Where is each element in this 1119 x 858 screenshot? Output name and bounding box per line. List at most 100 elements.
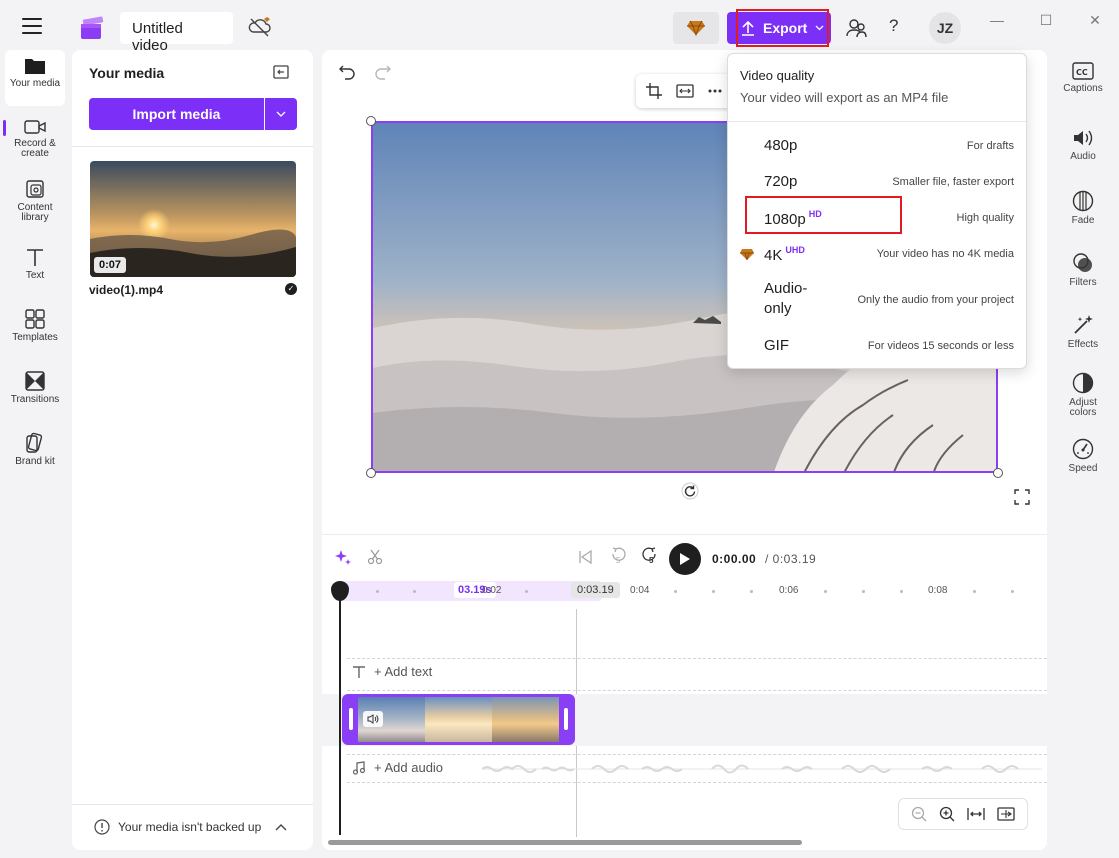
timeline-scrollbar[interactable] — [328, 840, 802, 845]
time-ruler[interactable]: 03.19s 0:02 0:03.19 0:04 0:06 0:08 — [340, 581, 1040, 601]
clip-frame — [492, 697, 559, 742]
rail-item-content-library[interactable]: Content library — [5, 174, 65, 230]
rail-item-captions[interactable]: CC Captions — [1052, 62, 1114, 94]
backup-notice[interactable]: Your media isn't backed up — [94, 819, 287, 835]
option-description: High quality — [956, 212, 1014, 224]
rail-label: Audio — [1070, 151, 1096, 162]
project-title[interactable]: Untitled video — [120, 12, 233, 54]
media-file-name: video(1).mp4 — [89, 283, 164, 297]
end-time-badge: 0:03.19 — [571, 582, 620, 598]
menu-icon[interactable] — [22, 18, 42, 34]
ruler-dot — [525, 590, 528, 593]
preview-toolbar — [636, 74, 736, 108]
quality-option-480p[interactable]: 480p For drafts — [728, 128, 1026, 164]
uhd-badge: UHD — [785, 245, 805, 255]
rewind-seconds: 5 — [616, 556, 621, 565]
fit-width-icon[interactable] — [967, 807, 985, 821]
import-options-dropdown[interactable] — [265, 98, 297, 130]
minimize-icon[interactable]: — — [987, 12, 1007, 32]
rail-item-your-media[interactable]: Your media — [5, 50, 65, 106]
rail-item-audio[interactable]: Audio — [1052, 128, 1114, 162]
media-panel-title: Your media — [89, 65, 165, 81]
clip-frames — [358, 697, 559, 742]
rail-item-templates[interactable]: Templates — [5, 302, 65, 358]
option-description: For drafts — [966, 140, 1014, 152]
camera-icon — [24, 120, 46, 134]
premium-button[interactable] — [673, 12, 719, 44]
hd-badge: HD — [808, 209, 822, 219]
video-clip[interactable] — [342, 694, 575, 745]
clip-frame — [425, 697, 492, 742]
ruler-tick-label: 0:06 — [779, 585, 799, 596]
fullscreen-icon[interactable] — [1014, 489, 1030, 505]
clip-trim-handle-left[interactable] — [349, 708, 353, 730]
zoom-out-icon[interactable] — [911, 806, 927, 822]
option-description: Only the audio from your project — [857, 294, 1014, 306]
fit-icon[interactable] — [676, 84, 694, 98]
zoom-controls — [898, 798, 1028, 830]
chevron-down-icon — [815, 25, 824, 31]
quality-option-gif[interactable]: GIF For videos 15 seconds or less — [728, 328, 1026, 364]
rail-item-text[interactable]: Text — [5, 240, 65, 296]
undo-icon[interactable] — [339, 64, 355, 80]
resize-handle[interactable] — [993, 468, 1003, 478]
quality-option-720p[interactable]: 720p Smaller file, faster export — [728, 164, 1026, 200]
adjust-colors-icon — [1072, 372, 1094, 394]
rewind-5-button[interactable]: 5 — [610, 547, 630, 569]
split-scissors-icon[interactable] — [367, 549, 383, 565]
info-icon — [94, 819, 110, 835]
track-divider — [347, 754, 1047, 755]
share-people-icon[interactable] — [845, 16, 869, 40]
resize-handle[interactable] — [366, 116, 376, 126]
forward-5-button[interactable]: 5 — [640, 547, 660, 569]
help-icon[interactable]: ? — [889, 16, 907, 40]
clip-trim-handle-right[interactable] — [564, 708, 568, 730]
add-audio-track[interactable]: + Add audio — [352, 760, 443, 775]
magic-sparkle-icon[interactable] — [335, 549, 351, 565]
menu-subtitle: Your video will export as an MP4 file — [740, 90, 949, 105]
rail-item-record-create[interactable]: Record & create — [5, 112, 65, 168]
library-icon — [26, 180, 44, 198]
rail-item-filters[interactable]: Filters — [1052, 252, 1114, 288]
quality-option-4k[interactable]: 4K UHD Your video has no 4K media — [728, 236, 1026, 272]
rail-item-transitions[interactable]: Transitions — [5, 364, 65, 420]
import-media-button[interactable]: Import media — [89, 98, 264, 130]
option-description: Your video has no 4K media — [876, 248, 1014, 260]
redo-icon[interactable] — [375, 64, 391, 80]
collapse-panel-icon[interactable] — [273, 65, 289, 79]
rail-item-adjust-colors[interactable]: Adjust colors — [1052, 372, 1114, 418]
media-duration: 0:07 — [94, 257, 127, 273]
chevron-up-icon — [275, 824, 287, 831]
rail-item-effects[interactable]: Effects — [1052, 314, 1114, 350]
export-button[interactable]: Export — [727, 12, 831, 44]
rail-item-brand-kit[interactable]: Brand kit — [5, 426, 65, 482]
ruler-tick-label: 0:08 — [928, 585, 948, 596]
cloud-off-icon[interactable] — [247, 15, 273, 39]
rail-item-fade[interactable]: Fade — [1052, 190, 1114, 226]
quality-option-audio-only[interactable]: Audio-only Only the audio from your proj… — [728, 276, 1026, 322]
zoom-in-icon[interactable] — [939, 806, 955, 822]
avatar[interactable]: JZ — [929, 12, 961, 44]
option-label: 4K UHD — [764, 245, 805, 264]
total-time: / 0:03.19 — [765, 552, 817, 566]
media-thumbnail[interactable]: 0:07 — [90, 161, 296, 277]
expand-timeline-icon[interactable] — [997, 807, 1015, 821]
skip-to-start-icon[interactable] — [577, 549, 593, 565]
rail-label: Templates — [12, 332, 58, 343]
audio-icon — [1074, 130, 1093, 146]
rail-label: Captions — [1063, 83, 1103, 94]
add-text-track[interactable]: + Add text — [352, 664, 432, 679]
play-button[interactable] — [669, 543, 701, 575]
resize-handle[interactable] — [366, 468, 376, 478]
rail-item-speed[interactable]: Speed — [1052, 438, 1114, 474]
add-audio-label: + Add audio — [374, 760, 444, 775]
more-options-icon[interactable] — [708, 89, 722, 93]
clip-volume-icon[interactable] — [363, 711, 383, 727]
crop-icon[interactable] — [646, 83, 662, 99]
track-divider — [347, 782, 1047, 783]
quality-option-1080p[interactable]: 1080p HD High quality — [728, 200, 1026, 236]
speaker-icon — [367, 714, 379, 724]
close-icon[interactable]: ✕ — [1085, 12, 1105, 32]
rotate-icon[interactable] — [681, 482, 699, 500]
maximize-icon[interactable]: ☐ — [1036, 12, 1056, 32]
